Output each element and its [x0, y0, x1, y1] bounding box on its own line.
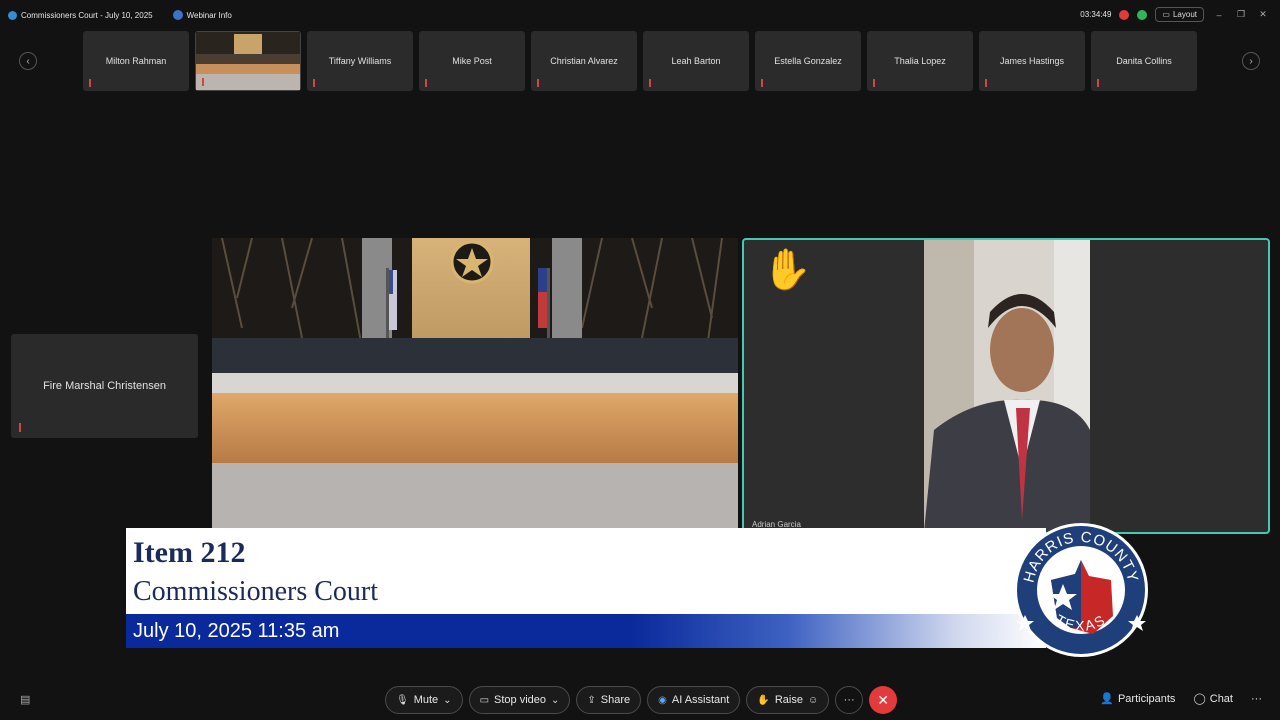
muted-mic-icon: [873, 79, 879, 87]
chat-icon: ◯: [1193, 693, 1206, 705]
layout-icon: ▭: [1162, 10, 1170, 19]
window-title: Commissioners Court - July 10, 2025: [21, 10, 153, 20]
meeting-controls-bar: ▤ 🎙 Mute ⌄ ▭ Stop video ⌄ ⇪ Share ◉ AI A…: [0, 684, 1280, 716]
participant-thumb[interactable]: Mike Post: [419, 31, 525, 91]
muted-mic-icon: [89, 79, 95, 87]
camera-icon: ▭: [479, 694, 490, 706]
muted-mic-icon: [1097, 79, 1103, 87]
banner-date-strip: July 10, 2025 11:35 am: [126, 614, 1046, 648]
mute-button[interactable]: 🎙 Mute ⌄: [385, 686, 463, 714]
stop-video-button[interactable]: ▭ Stop video ⌄: [468, 686, 571, 714]
muted-mic-icon: [425, 79, 431, 87]
agenda-item-title: Item 212: [133, 536, 246, 569]
banner-datetime: July 10, 2025 11:35 am: [133, 620, 340, 642]
webex-app-icon: [8, 10, 17, 20]
chevron-down-icon[interactable]: ⌄: [443, 695, 451, 706]
lower-third-banner: Item 212 Commissioners Court July 10, 20…: [126, 528, 1046, 648]
raise-hand-button[interactable]: ✋ Raise ☺: [746, 686, 830, 714]
participant-thumb[interactable]: James Hastings: [979, 31, 1085, 91]
participant-thumb[interactable]: Milton Rahman: [83, 31, 189, 91]
participant-thumb[interactable]: Leah Barton: [643, 31, 749, 91]
ai-assistant-button[interactable]: ◉ AI Assistant: [647, 686, 741, 714]
muted-mic-icon: [649, 79, 655, 87]
strip-next-arrow-icon[interactable]: ›: [1242, 52, 1260, 70]
meeting-timer: 03:34:49: [1080, 10, 1112, 19]
chat-button[interactable]: ◯ Chat: [1193, 692, 1233, 705]
chevron-down-icon[interactable]: ⌄: [551, 695, 559, 706]
more-panels-icon[interactable]: ···: [1251, 693, 1262, 705]
restore-icon[interactable]: ❐: [1234, 9, 1248, 20]
close-icon[interactable]: ✕: [1256, 9, 1270, 20]
muted-mic-icon: [761, 79, 767, 87]
muted-mic-icon: [202, 78, 208, 86]
layout-button[interactable]: ▭ Layout: [1155, 7, 1204, 22]
participant-thumb-video[interactable]: [195, 31, 301, 91]
participant-tile-side[interactable]: Fire Marshal Christensen: [11, 334, 198, 438]
connection-status-icon[interactable]: [1137, 9, 1148, 20]
muted-mic-icon: [19, 423, 25, 432]
muted-mic-icon: [537, 79, 543, 87]
shield-info-icon[interactable]: [172, 10, 183, 20]
raised-hand-icon: ✋: [762, 248, 812, 292]
minimize-icon[interactable]: –: [1212, 10, 1226, 20]
webinar-info-link[interactable]: Webinar Info: [187, 11, 232, 20]
active-speaker-tile[interactable]: ✋ Adrian Garcia: [742, 238, 1270, 534]
participant-thumb[interactable]: Thalia Lopez: [867, 31, 973, 91]
participants-button[interactable]: 👤 Participants: [1100, 692, 1175, 705]
participant-thumb[interactable]: Christian Alvarez: [531, 31, 637, 91]
participant-thumb[interactable]: Estella Gonzalez: [755, 31, 861, 91]
banner-subtitle: Commissioners Court: [133, 576, 379, 607]
hand-icon: ✋: [757, 694, 770, 706]
recording-icon[interactable]: [1119, 9, 1130, 20]
ai-assistant-icon: ◉: [658, 694, 667, 706]
courtroom-video[interactable]: [212, 238, 738, 528]
courtroom-scene: [212, 238, 738, 528]
banner-white-panel: Item 212 Commissioners Court: [126, 528, 1046, 614]
more-options-icon[interactable]: ···: [835, 686, 864, 714]
title-bar: Commissioners Court - July 10, 2025 Webi…: [0, 0, 1280, 30]
muted-mic-icon: [985, 79, 991, 87]
participant-thumb[interactable]: Tiffany Williams: [307, 31, 413, 91]
speaker-video: [924, 240, 1090, 532]
captions-icon[interactable]: ▤: [20, 693, 30, 706]
muted-mic-icon: [313, 79, 319, 87]
strip-prev-arrow-icon[interactable]: ‹: [19, 52, 37, 70]
participant-thumb[interactable]: Danita Collins: [1091, 31, 1197, 91]
harris-county-seal-logo: HARRIS COUNTY TEXAS: [1014, 523, 1148, 657]
reactions-icon[interactable]: ☺: [808, 695, 818, 706]
share-button[interactable]: ⇪ Share: [576, 686, 642, 714]
leave-meeting-icon[interactable]: ✕: [869, 686, 898, 714]
participant-strip: Milton Rahman Tiffany Williams Mike Post…: [83, 31, 1197, 91]
participants-icon: 👤: [1100, 693, 1114, 705]
courtroom-video-thumb: [196, 32, 300, 90]
microphone-icon: 🎙: [396, 694, 409, 706]
share-icon: ⇪: [587, 694, 596, 706]
